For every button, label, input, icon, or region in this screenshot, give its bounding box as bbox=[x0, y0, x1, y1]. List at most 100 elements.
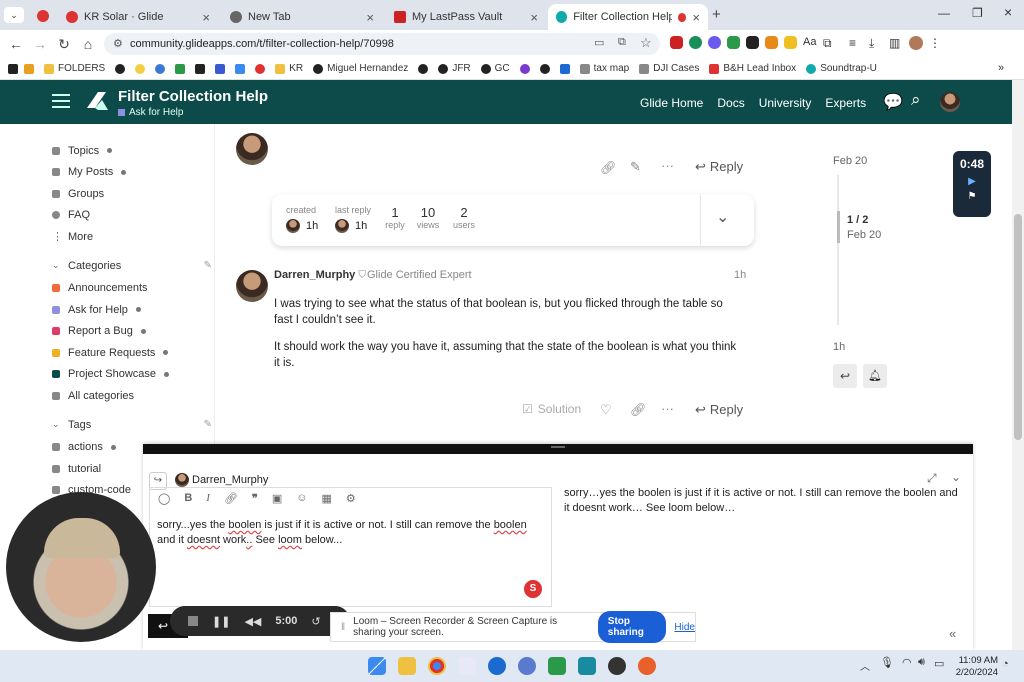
bookmark-app-icon[interactable] bbox=[155, 63, 166, 74]
home-icon[interactable]: ⌂ bbox=[76, 36, 100, 52]
chrome-icon[interactable] bbox=[428, 657, 446, 675]
sidebar-item-groups[interactable]: Groups bbox=[52, 183, 212, 205]
more-bookmarks-icon[interactable]: » bbox=[998, 62, 1004, 74]
bookmark-app-icon[interactable] bbox=[255, 63, 266, 74]
tab-search-icon[interactable]: ⌄ bbox=[4, 7, 24, 23]
bookmark-gc[interactable]: GC bbox=[480, 63, 510, 74]
bookmark-folders[interactable]: FOLDERS bbox=[44, 63, 105, 74]
profile-avatar[interactable] bbox=[909, 36, 923, 50]
snipping-tool-icon[interactable] bbox=[458, 657, 476, 675]
extension-icon[interactable] bbox=[727, 36, 740, 49]
window-close-icon[interactable]: × bbox=[1004, 4, 1012, 20]
sidebar-item-announcements[interactable]: Announcements bbox=[52, 278, 212, 300]
bookmark-soundtrap[interactable]: Soundtrap-U bbox=[806, 63, 877, 74]
quote-bubble-icon[interactable]: ◯ bbox=[158, 492, 170, 505]
sidebar-section-tags[interactable]: ⌄ Tags ✎ bbox=[52, 413, 212, 437]
close-icon[interactable]: × bbox=[202, 10, 210, 25]
timeline-start-date[interactable]: Feb 20 bbox=[833, 155, 893, 167]
nav-experts[interactable]: Experts bbox=[825, 96, 866, 110]
reading-list-icon[interactable]: ≡ bbox=[849, 36, 863, 51]
tab-new-tab[interactable]: New Tab × bbox=[222, 4, 382, 30]
hamburger-menu-icon[interactable] bbox=[52, 94, 70, 108]
stop-sharing-button[interactable]: Stop sharing bbox=[597, 611, 667, 643]
back-icon[interactable]: ← bbox=[4, 36, 28, 52]
battery-icon[interactable]: ▭ bbox=[934, 657, 944, 670]
restart-icon[interactable]: ↺ bbox=[311, 615, 320, 628]
windows-start-icon[interactable] bbox=[368, 657, 386, 675]
app-icon[interactable] bbox=[488, 657, 506, 675]
more-dots-icon[interactable]: ··· bbox=[661, 158, 674, 173]
stop-record-icon[interactable] bbox=[188, 616, 198, 626]
bookmark-app-icon[interactable] bbox=[175, 63, 186, 74]
close-icon[interactable]: × bbox=[692, 10, 700, 25]
microphone-icon[interactable]: 🎙︎ bbox=[880, 656, 894, 669]
composer-textarea[interactable]: sorry...yes the boolen is just if it is … bbox=[157, 518, 543, 548]
link-icon[interactable]: 🔗︎ bbox=[630, 402, 647, 418]
expand-icon[interactable]: ⤢ bbox=[927, 471, 937, 486]
reply-button[interactable]: ↩ Reply bbox=[695, 159, 743, 175]
timeline-end[interactable]: 1h bbox=[833, 341, 845, 353]
bookmark-star-icon[interactable]: ☆ bbox=[640, 35, 652, 51]
calculator-icon[interactable] bbox=[578, 657, 596, 675]
taskbar-clock[interactable]: 11:09 AM 2/20/2024 bbox=[950, 655, 998, 679]
sidebar-item-faq[interactable]: FAQ bbox=[52, 205, 212, 227]
download-icon[interactable]: ⤓ bbox=[869, 36, 883, 51]
user-avatar[interactable] bbox=[940, 92, 960, 112]
tab-kr-solar[interactable]: KR Solar · Glide × bbox=[58, 4, 218, 30]
loom-icon[interactable] bbox=[638, 657, 656, 675]
wifi-app-icon[interactable] bbox=[518, 657, 536, 675]
author-avatar[interactable] bbox=[236, 133, 268, 165]
rewind-icon[interactable]: ◀◀ bbox=[244, 615, 261, 628]
sidebar-item-ask-for-help[interactable]: Ask for Help bbox=[52, 299, 212, 321]
restore-icon[interactable]: ❐ bbox=[972, 6, 983, 20]
bookmark-app-icon[interactable] bbox=[519, 63, 530, 74]
timeline-track[interactable] bbox=[837, 175, 839, 325]
sidebar-item-feature-requests[interactable]: Feature Requests bbox=[52, 342, 212, 364]
grammarly-icon[interactable] bbox=[689, 36, 702, 49]
more-dots-icon[interactable]: ··· bbox=[661, 401, 674, 416]
reply-button[interactable]: ↩ Reply bbox=[695, 402, 743, 418]
chevron-down-icon[interactable]: ⌄ bbox=[716, 207, 729, 227]
bookmark-miguel-hernandez[interactable]: Miguel Hernandez bbox=[313, 63, 408, 74]
bookmark-app-icon[interactable] bbox=[559, 63, 570, 74]
metamask-icon[interactable] bbox=[765, 36, 778, 49]
bookmark-tax-map[interactable]: tax map bbox=[579, 63, 629, 74]
file-explorer-icon[interactable] bbox=[398, 657, 416, 675]
reply-arrow-icon[interactable]: ↩ bbox=[833, 364, 857, 388]
link-icon[interactable]: 🔗︎ bbox=[600, 160, 617, 176]
menu-dots-icon[interactable]: ⋮ bbox=[929, 36, 941, 51]
lastpass-icon[interactable] bbox=[670, 36, 683, 49]
wifi-icon[interactable]: ◠ bbox=[902, 656, 912, 669]
reload-icon[interactable]: ↻ bbox=[52, 36, 76, 53]
author-avatar[interactable] bbox=[236, 270, 268, 302]
search-icon[interactable]: ⌕ bbox=[911, 90, 921, 110]
volume-icon[interactable]: 🔊︎ bbox=[918, 656, 925, 669]
chat-icon[interactable]: 💬 bbox=[883, 92, 903, 112]
extension-icon[interactable] bbox=[746, 36, 759, 49]
bookmark-app-icon[interactable] bbox=[115, 63, 126, 74]
timeline-handle[interactable] bbox=[837, 211, 840, 243]
app-icon[interactable] bbox=[608, 657, 626, 675]
blockquote-icon[interactable]: ❞ bbox=[252, 492, 258, 505]
extension-icon[interactable] bbox=[784, 36, 797, 49]
heart-icon[interactable]: ♡ bbox=[600, 402, 612, 418]
tab-lastpass[interactable]: My LastPass Vault × bbox=[386, 4, 546, 30]
sidebar-item-more[interactable]: ⋮ More bbox=[52, 226, 212, 248]
close-icon[interactable]: × bbox=[530, 10, 538, 25]
solution-button[interactable]: ☑ Solution bbox=[522, 402, 581, 416]
calendar-icon[interactable]: ▦ bbox=[321, 492, 331, 505]
image-icon[interactable]: ▣ bbox=[272, 492, 282, 505]
collapse-preview-icon[interactable]: « bbox=[949, 626, 956, 641]
bookmark-app-icon[interactable] bbox=[195, 63, 206, 74]
nav-docs[interactable]: Docs bbox=[717, 96, 744, 110]
url-input[interactable]: ⚙ community.glideapps.com/t/filter-colle… bbox=[104, 33, 660, 55]
bookmark-app-icon[interactable] bbox=[8, 63, 18, 74]
bookmark-app-icon[interactable] bbox=[24, 63, 34, 74]
forward-icon[interactable]: → bbox=[28, 36, 52, 52]
glide-logo-icon[interactable] bbox=[84, 88, 110, 114]
hide-button[interactable]: Hide bbox=[674, 622, 695, 633]
bookmark-kr[interactable]: KR bbox=[275, 63, 303, 74]
bookmark-app-icon[interactable] bbox=[539, 63, 550, 74]
italic-icon[interactable]: I bbox=[206, 492, 210, 505]
tab-filter-collection-help[interactable]: Filter Collection Help - Ask × bbox=[548, 4, 708, 30]
